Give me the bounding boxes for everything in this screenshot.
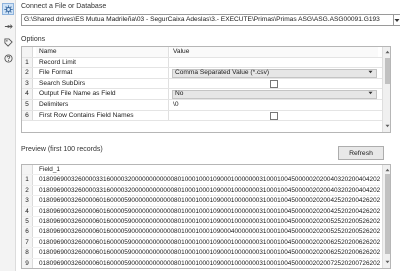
table-cell: 0180969003260000601600005900000000000080… bbox=[39, 238, 380, 246]
file-format-value: Comma Separated Value (*.csv) bbox=[175, 69, 270, 77]
scroll-down-icon[interactable] bbox=[385, 259, 390, 266]
option-value-cell bbox=[170, 111, 378, 121]
tool-icon-strip bbox=[0, 0, 16, 271]
delimiters-field[interactable]: \0 bbox=[170, 100, 378, 110]
options-scrollbar[interactable] bbox=[382, 47, 390, 132]
table-row[interactable]: 7 018096900326000060160000590000000000008… bbox=[22, 237, 380, 249]
file-path-field[interactable]: G:\Shared drives\ES Mutua Madrileña\03 -… bbox=[21, 14, 394, 26]
preview-header-row: Field_1 bbox=[22, 165, 380, 176]
table-cell: 0180969003260000331600003200000000000080… bbox=[39, 186, 380, 194]
table-cell: 0180969003260000331600003200000000000080… bbox=[39, 176, 380, 184]
table-row[interactable]: 4 018096900326000060160000590000000000008… bbox=[22, 206, 380, 217]
options-grid: Name Value 1 Record Limit 2 File Format … bbox=[21, 46, 391, 133]
row-number: 4 bbox=[22, 206, 33, 216]
option-row-output-file-name[interactable]: 4 Output File Name as Field No bbox=[22, 89, 390, 100]
preview-scrollbar[interactable] bbox=[382, 165, 390, 268]
option-value-cell: No bbox=[170, 89, 378, 99]
option-value-cell bbox=[170, 79, 378, 89]
field-column-header[interactable]: Field_1 bbox=[36, 165, 380, 174]
refresh-button[interactable]: Refresh bbox=[338, 146, 384, 160]
connector-icon[interactable] bbox=[2, 20, 14, 32]
scroll-up-icon[interactable] bbox=[385, 167, 390, 174]
table-row[interactable]: 3 018096900326000060160000590000000000008… bbox=[22, 196, 380, 207]
row-number: 5 bbox=[22, 217, 33, 227]
first-row-field-names-checkbox[interactable] bbox=[270, 111, 278, 120]
option-name: File Format bbox=[36, 68, 169, 78]
chevron-down-icon bbox=[368, 91, 373, 98]
table-row[interactable]: 5 018096900326000060160000590000000000008… bbox=[22, 217, 380, 228]
row-number: 8 bbox=[22, 248, 33, 258]
row-number: 4 bbox=[22, 89, 33, 99]
table-row[interactable]: 1 018096900326000033160000320000000000008… bbox=[22, 175, 380, 186]
row-number: 3 bbox=[22, 196, 33, 206]
configuration-panel: Connect a File or Database G:\Shared dri… bbox=[17, 0, 400, 271]
row-number: 2 bbox=[22, 68, 33, 78]
row-number: 1 bbox=[22, 175, 33, 185]
option-row-search-subdirs[interactable]: 3 Search SubDirs bbox=[22, 78, 390, 90]
row-number: 2 bbox=[22, 185, 33, 196]
preview-title: Preview (first 100 records) bbox=[21, 146, 103, 153]
option-row-record-limit[interactable]: 1 Record Limit bbox=[22, 57, 390, 69]
table-row[interactable]: 6 018096900326000060160000590000000000008… bbox=[22, 227, 380, 238]
option-name: Record Limit bbox=[36, 57, 169, 68]
output-file-name-select[interactable]: No bbox=[172, 90, 377, 99]
row-number: 6 bbox=[22, 110, 33, 121]
tag-icon[interactable] bbox=[2, 36, 14, 48]
options-header-row: Name Value bbox=[22, 47, 390, 58]
row-number: 7 bbox=[22, 237, 33, 248]
option-row-file-format[interactable]: 2 File Format Comma Separated Value (*.c… bbox=[22, 68, 390, 79]
option-row-first-row-field-names[interactable]: 6 First Row Contains Field Names bbox=[22, 110, 390, 122]
option-name: First Row Contains Field Names bbox=[36, 110, 169, 121]
settings-icon[interactable] bbox=[2, 3, 14, 15]
table-cell: 0180969003260000601600005900000000000080… bbox=[39, 207, 380, 215]
chevron-down-icon bbox=[394, 18, 400, 22]
table-cell: 0180969003260000601600005900000000000080… bbox=[39, 249, 380, 257]
option-name: Search SubDirs bbox=[36, 78, 169, 89]
table-cell: 0180969003260000601600005900000000000080… bbox=[39, 197, 380, 205]
table-cell: 0180969003260000601600005900000000000080… bbox=[39, 218, 380, 225]
table-row[interactable]: 2 018096900326000033160000320000000000008… bbox=[22, 185, 380, 197]
option-value-cell: Comma Separated Value (*.csv) bbox=[170, 68, 378, 78]
table-cell: 0180969003260000601600005900000000000080… bbox=[39, 259, 380, 267]
preview-grid: Field_1 1 0180969003260000331600003200000… bbox=[21, 164, 391, 269]
row-number-header bbox=[22, 47, 33, 57]
output-file-name-value: No bbox=[175, 90, 184, 98]
scroll-down-icon[interactable] bbox=[385, 123, 390, 130]
row-number: 6 bbox=[22, 227, 33, 237]
file-format-select[interactable]: Comma Separated Value (*.csv) bbox=[172, 69, 377, 78]
path-dropdown-button[interactable] bbox=[393, 14, 400, 26]
table-row[interactable]: 8 018096900326000060160000590000000000008… bbox=[22, 248, 380, 259]
help-icon[interactable] bbox=[2, 52, 14, 64]
connect-label: Connect a File or Database bbox=[21, 3, 107, 10]
search-subdirs-checkbox[interactable] bbox=[270, 79, 278, 88]
scrollbar-thumb[interactable] bbox=[384, 58, 390, 84]
value-column-header: Value bbox=[170, 47, 378, 57]
scroll-up-icon[interactable] bbox=[385, 49, 390, 56]
row-number: 9 bbox=[22, 258, 33, 268]
options-title: Options bbox=[21, 36, 46, 43]
name-column-header: Name bbox=[36, 47, 169, 57]
chevron-down-icon bbox=[368, 70, 373, 77]
table-row[interactable]: 9 018096900326000060160000590000000000008… bbox=[22, 258, 380, 268]
option-row-delimiters[interactable]: 5 Delimiters \0 bbox=[22, 100, 390, 111]
row-number: 1 bbox=[22, 57, 33, 68]
option-name: Delimiters bbox=[36, 100, 169, 110]
row-number-header bbox=[22, 165, 33, 175]
record-limit-field[interactable] bbox=[170, 58, 378, 68]
row-number: 5 bbox=[22, 100, 33, 110]
table-cell: 0180969003260000601600005900000000000080… bbox=[39, 228, 380, 236]
scrollbar-thumb[interactable] bbox=[384, 174, 390, 254]
row-number: 3 bbox=[22, 78, 33, 89]
option-name: Output File Name as Field bbox=[36, 89, 169, 99]
